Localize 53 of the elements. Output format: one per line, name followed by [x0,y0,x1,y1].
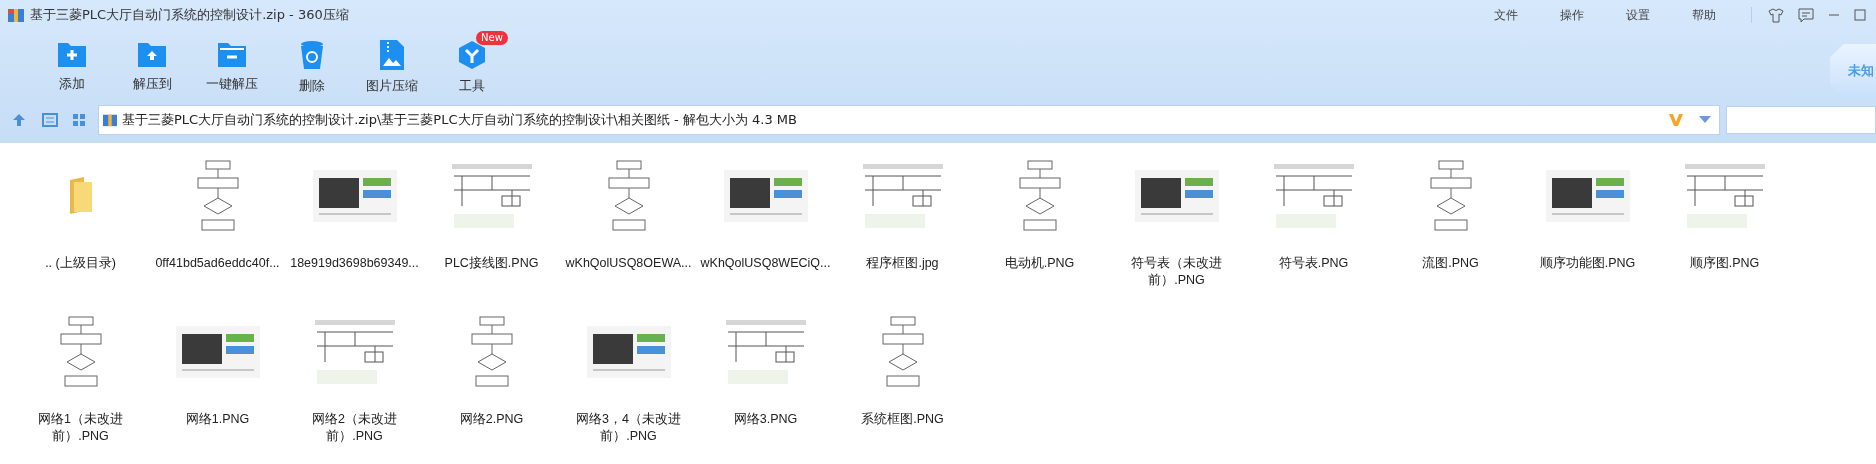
address-field[interactable]: 基于三菱PLC大厅自动门系统的控制设计.zip\基于三菱PLC大厅自动门系统的控制设计\相关图纸 - 解包大小为 4.3 MB [98,105,1720,135]
file-name[interactable]: 0ff41bd5ad6eddc40f... [149,255,286,272]
window-title: 基于三菱PLC大厅自动门系统的控制设计.zip - 360压缩 [30,6,349,24]
file-name[interactable]: 网络1（未改进前）.PNG [12,411,149,445]
file-name[interactable]: wKhQolUSQ8OEWA... [560,255,697,272]
toolbar-button[interactable]: 添加 [32,30,112,102]
file-name[interactable]: 顺序功能图.PNG [1519,255,1656,272]
toolbar-button[interactable]: 解压到 [112,30,192,102]
toolbar-button[interactable]: 删除 [272,30,352,102]
recycle-bin-icon [299,40,325,70]
hexagon-icon [457,40,487,70]
file-name[interactable]: 网络2.PNG [423,411,560,428]
search-field[interactable] [1726,106,1876,134]
file-name[interactable]: 电动机.PNG [971,255,1108,272]
image-file-icon [380,40,404,70]
dropdown-icon[interactable] [1699,116,1711,124]
minus-folder-icon [217,40,247,68]
file-name[interactable]: 网络3，4（未改进前）.PNG [560,411,697,445]
new-badge: New [476,31,508,45]
file-name[interactable]: 网络2（未改进前）.PNG [286,411,423,445]
file-name[interactable]: wKhQolUSQ8WECiQ... [697,255,834,272]
file-name[interactable]: 顺序图.PNG [1656,255,1793,272]
file-name[interactable]: 网络3.PNG [697,411,834,428]
menu-item[interactable]: 设置 [1605,6,1671,24]
shirt-icon[interactable] [1768,7,1784,23]
file-name[interactable]: PLC接线图.PNG [423,255,560,272]
side-badge: 未知 [1830,44,1876,98]
archive-icon [8,7,24,23]
folder-icon [67,176,94,216]
file-name[interactable]: .. (上级目录) [12,255,149,272]
address-path: 基于三菱PLC大厅自动门系统的控制设计.zip\基于三菱PLC大厅自动门系统的控制设计\相关图纸 - 解包大小为 4.3 MB [122,111,797,129]
v-logo-icon [1668,112,1684,128]
file-name[interactable]: 网络1.PNG [149,411,286,428]
grid-view-icon[interactable] [72,113,86,127]
maximize-icon[interactable] [1854,9,1866,21]
message-icon[interactable] [1798,7,1814,23]
file-name[interactable]: 符号表（未改进前）.PNG [1108,255,1245,289]
file-name[interactable]: 系统框图.PNG [834,411,971,428]
add-folder-icon [57,40,87,68]
toolbar-button[interactable]: 一键解压 [192,30,272,102]
menu-item[interactable]: 文件 [1473,6,1539,24]
menu-item[interactable]: 帮助 [1671,6,1737,24]
list-view-icon[interactable] [40,113,60,127]
menu-item[interactable]: 操作 [1539,6,1605,24]
file-name[interactable]: 流图.PNG [1382,255,1519,272]
toolbar-button[interactable]: 图片压缩 [352,30,432,102]
toolbar-button[interactable]: New 工具 [432,30,512,102]
up-arrow-icon[interactable] [12,113,26,127]
file-name[interactable]: 18e919d3698b69349... [286,255,423,272]
upload-folder-icon [137,40,167,68]
file-name[interactable]: 符号表.PNG [1245,255,1382,272]
archive-icon [103,113,117,127]
file-name[interactable]: 程序框图.jpg [834,255,971,272]
